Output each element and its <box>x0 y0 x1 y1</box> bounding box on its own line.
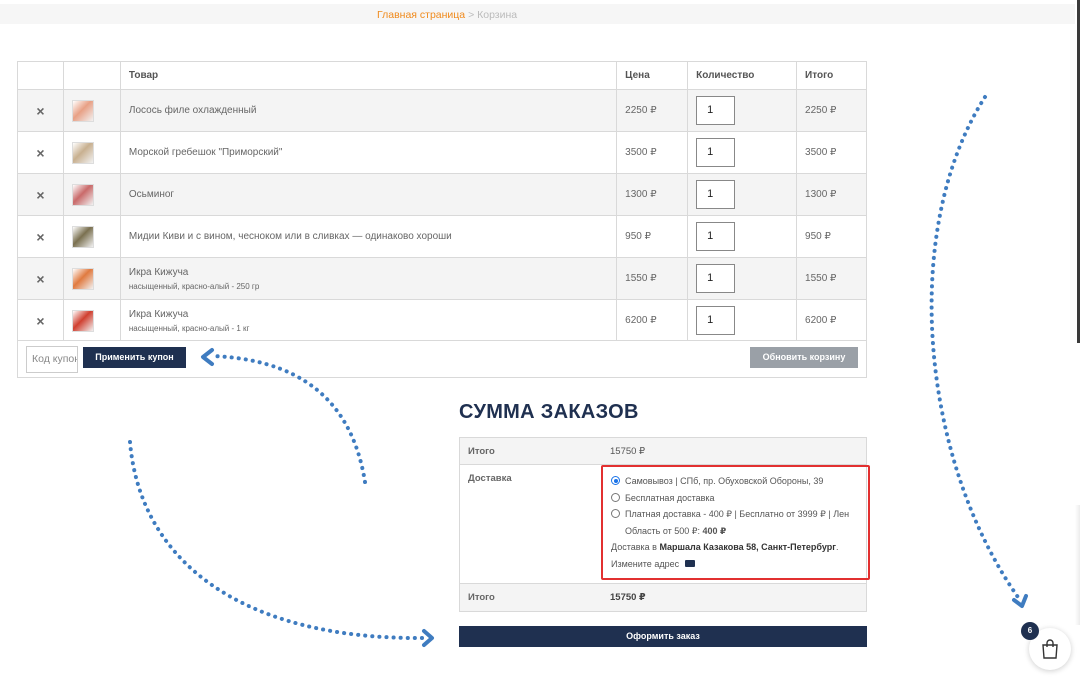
annotation-arrow-coupon <box>210 354 367 484</box>
annotation-arrows <box>128 95 1028 647</box>
annotation-arrow-cart <box>929 95 1022 602</box>
annotation-arrow-checkout <box>128 440 427 641</box>
annotation-arrow-checkout-head <box>422 629 434 647</box>
annotation-arrow-coupon-head <box>201 348 214 366</box>
